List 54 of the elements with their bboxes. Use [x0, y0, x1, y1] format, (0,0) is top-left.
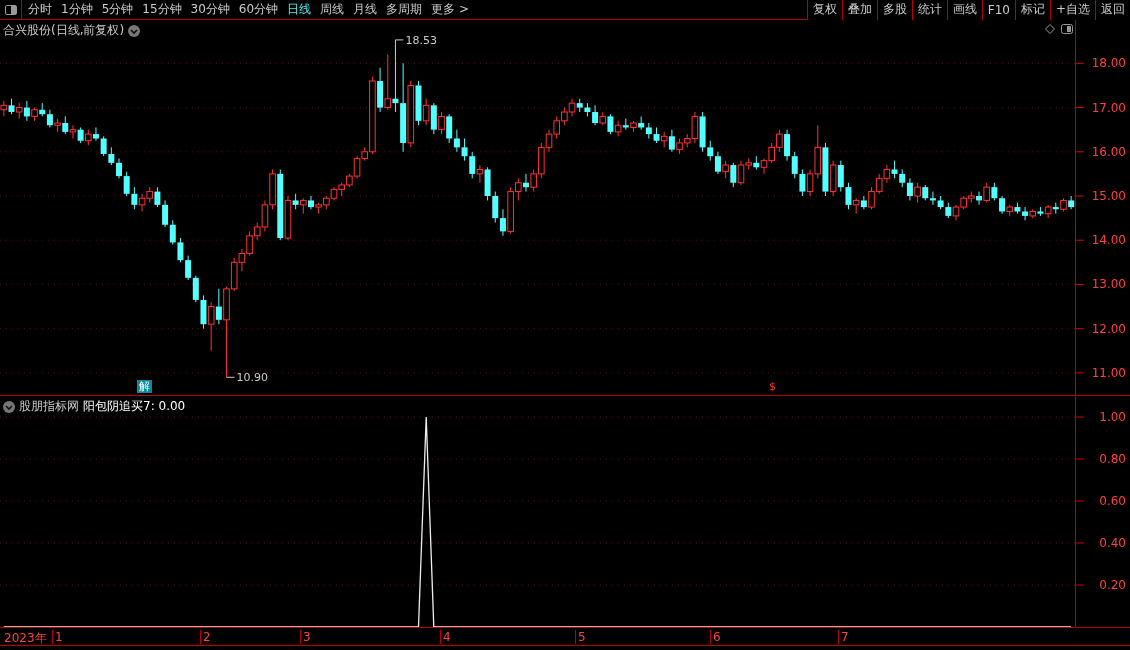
period-tab[interactable]: 5分钟 [101, 1, 134, 18]
toolbar-button[interactable]: 复权 [806, 0, 842, 20]
month-label: 5 [575, 630, 586, 644]
month-label: 7 [838, 630, 849, 644]
leader-line [226, 376, 235, 378]
month-label: 1 [52, 630, 63, 644]
month-label: 6 [710, 630, 721, 644]
month-label: 2 [200, 630, 211, 644]
axis-label: 11.00 [1091, 365, 1126, 380]
dropdown-icon[interactable] [3, 400, 15, 413]
toolbar-button[interactable]: 画线 [946, 0, 982, 20]
leader-line [394, 39, 404, 41]
month-label: 4 [440, 630, 451, 644]
axis-label: 12.00 [1091, 321, 1126, 336]
axis-label: 0.80 [1099, 452, 1126, 466]
toolbar-button[interactable]: F10 [981, 0, 1015, 20]
axis-label: 13.00 [1091, 277, 1126, 292]
axis-label: 0.20 [1099, 578, 1126, 592]
chart-marker[interactable]: $ [767, 380, 778, 393]
period-tab[interactable]: 日线 [287, 1, 312, 18]
dropdown-icon[interactable] [128, 24, 141, 37]
period-tab[interactable]: 15分钟 [142, 1, 182, 18]
period-tab[interactable]: 月线 [353, 1, 378, 18]
indicator-value: 阳包阴追买7: 0.00 [83, 398, 186, 415]
toolbar-button[interactable]: +自选 [1049, 0, 1095, 20]
month-label: 3 [300, 630, 311, 644]
axis-label: 1.00 [1099, 410, 1126, 424]
toolbar-button[interactable]: 叠加 [841, 0, 877, 20]
period-tab[interactable]: 60分钟 [238, 1, 279, 18]
axis-label: 18.00 [1091, 56, 1126, 71]
year-label: 2023年 [4, 630, 47, 647]
toolbar-button[interactable]: 统计 [911, 0, 947, 20]
axis-label: 17.00 [1091, 100, 1126, 115]
axis-label: 0.60 [1099, 494, 1126, 508]
indicator-source: 股朋指标网 [19, 398, 79, 415]
low-price-label: 10.90 [236, 371, 268, 385]
diamond-icon[interactable] [1045, 24, 1055, 34]
high-price-label: 18.53 [405, 33, 437, 47]
period-tab[interactable]: 周线 [320, 1, 345, 18]
axis-label: 14.00 [1091, 233, 1126, 248]
chart-marker[interactable]: 解 [137, 380, 152, 393]
toolbar-button[interactable]: 返回 [1095, 0, 1130, 20]
axis-label: 15.00 [1091, 189, 1126, 203]
axis-label: 0.40 [1099, 536, 1126, 550]
panel-toggle-icon[interactable] [1061, 24, 1073, 34]
period-tab[interactable]: 分时 [28, 1, 52, 18]
period-tab[interactable]: 1分钟 [61, 1, 93, 18]
period-tab[interactable]: 30分钟 [190, 1, 230, 18]
axis-label: 16.00 [1091, 144, 1126, 159]
period-tab[interactable]: 更多 > [431, 1, 469, 18]
period-tab[interactable]: 多周期 [386, 1, 423, 18]
chart-title: 合兴股份(日线,前复权) [3, 22, 125, 39]
toolbar-button[interactable]: 多股 [876, 0, 912, 20]
toolbar-button[interactable]: 标记 [1014, 0, 1050, 20]
